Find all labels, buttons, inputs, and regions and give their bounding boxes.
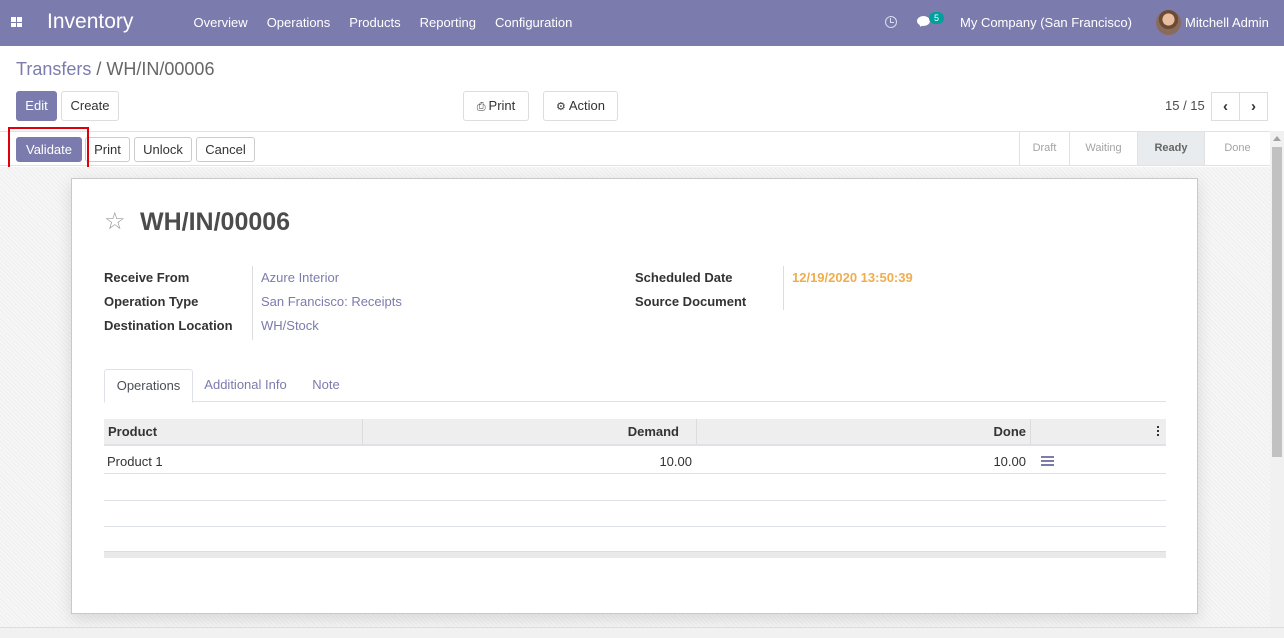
stage-pipeline: Draft Waiting Ready Done	[1019, 132, 1270, 165]
table-row-empty	[104, 527, 1166, 553]
cancel-button[interactable]: Cancel	[196, 137, 255, 162]
transfer-title: WH/IN/00006	[140, 208, 291, 236]
breadcrumb: Transfers / WH/IN/00006	[16, 59, 214, 80]
destination-location-value[interactable]: WH/Stock	[261, 318, 319, 333]
operation-type-label: Operation Type	[104, 294, 199, 309]
top-navbar: Inventory Overview Operations Products R…	[0, 0, 1284, 46]
print-button[interactable]: Print	[85, 137, 130, 162]
pager-previous-button[interactable]: ‹	[1211, 92, 1240, 121]
column-header-done[interactable]: Done	[700, 419, 1027, 444]
main-menu: Overview Operations Products Reporting C…	[184, 0, 582, 46]
menu-operations[interactable]: Operations	[257, 0, 340, 46]
source-document-label: Source Document	[635, 294, 747, 309]
row-product: Product 1	[107, 454, 163, 469]
gear-icon: ⚙	[555, 101, 566, 113]
receive-from-label: Receive From	[104, 270, 190, 285]
printer-icon: ⎙	[476, 101, 486, 113]
tab-note[interactable]: Note	[305, 369, 347, 402]
table-footer	[104, 551, 1166, 558]
activity-clock-icon[interactable]	[885, 16, 897, 28]
validate-highlight-box	[8, 127, 89, 169]
stage-ready[interactable]: Ready	[1137, 132, 1204, 165]
messages-count-badge: 5	[929, 12, 944, 24]
right-group-separator	[783, 266, 784, 310]
row-done: 10.00	[993, 454, 1026, 469]
stage-done[interactable]: Done	[1204, 132, 1270, 165]
company-switcher[interactable]: My Company (San Francisco)	[960, 15, 1132, 30]
pager-value[interactable]: 15 / 15	[1165, 98, 1205, 113]
operation-type-value[interactable]: San Francisco: Receipts	[261, 294, 402, 309]
chevron-right-icon: ›	[1251, 98, 1256, 115]
chevron-left-icon: ‹	[1223, 98, 1228, 115]
breadcrumb-transfers-link[interactable]: Transfers	[16, 59, 91, 79]
breadcrumb-current: WH/IN/00006	[106, 59, 215, 79]
horizontal-scrollbar[interactable]	[0, 627, 1284, 638]
pager-next-button[interactable]: ›	[1239, 92, 1268, 121]
optional-columns-kebab-icon[interactable]	[1157, 426, 1160, 437]
star-icon[interactable]: ☆	[104, 210, 126, 234]
apps-menu-icon[interactable]	[11, 17, 22, 27]
left-group-separator	[252, 266, 253, 340]
menu-products[interactable]: Products	[340, 0, 410, 46]
user-menu[interactable]: Mitchell Admin	[1185, 15, 1269, 30]
scheduled-date-label: Scheduled Date	[635, 270, 733, 285]
column-separator	[696, 419, 697, 444]
edit-button[interactable]: Edit	[16, 91, 57, 121]
column-header-product[interactable]: Product	[108, 419, 157, 444]
stage-waiting[interactable]: Waiting	[1069, 132, 1137, 165]
column-separator	[1030, 419, 1031, 444]
column-header-demand[interactable]: Demand	[366, 419, 679, 444]
action-dropdown-label: Action	[568, 98, 605, 113]
action-dropdown-button[interactable]: ⚙ Action	[543, 91, 618, 121]
column-separator	[362, 419, 363, 444]
menu-reporting[interactable]: Reporting	[410, 0, 485, 46]
menu-overview[interactable]: Overview	[184, 0, 257, 46]
form-sheet: ☆ WH/IN/00006 Receive From Azure Interio…	[71, 178, 1198, 614]
print-dropdown-button[interactable]: ⎙ Print	[463, 91, 529, 121]
table-row-empty	[104, 501, 1166, 527]
print-dropdown-label: Print	[488, 98, 516, 113]
table-header: Product Demand Done	[104, 419, 1166, 446]
unlock-button[interactable]: Unlock	[134, 137, 192, 162]
scheduled-date-value: 12/19/2020 13:50:39	[792, 270, 913, 285]
detailed-operations-list-icon[interactable]	[1041, 456, 1054, 466]
tab-additional-info[interactable]: Additional Info	[198, 369, 293, 402]
row-demand: 10.00	[659, 454, 692, 469]
form-tabs: Operations Additional Info Note	[104, 369, 1166, 403]
vertical-scrollbar[interactable]	[1270, 131, 1284, 627]
tab-operations[interactable]: Operations	[104, 369, 193, 403]
app-name[interactable]: Inventory	[47, 10, 133, 34]
table-row-empty	[104, 475, 1166, 501]
table-row[interactable]: Product 1 10.00 10.00	[104, 448, 1166, 474]
scroll-up-arrow-icon[interactable]	[1273, 136, 1281, 141]
destination-location-label: Destination Location	[104, 318, 233, 333]
create-button[interactable]: Create	[61, 91, 119, 121]
breadcrumb-separator: /	[96, 59, 102, 79]
form-statusbar: Validate Print Unlock Cancel Draft Waiti…	[0, 131, 1270, 166]
stage-draft[interactable]: Draft	[1019, 132, 1069, 165]
menu-configuration[interactable]: Configuration	[485, 0, 581, 46]
user-avatar[interactable]	[1156, 10, 1181, 35]
receive-from-value[interactable]: Azure Interior	[261, 270, 339, 285]
scroll-thumb[interactable]	[1272, 147, 1282, 457]
